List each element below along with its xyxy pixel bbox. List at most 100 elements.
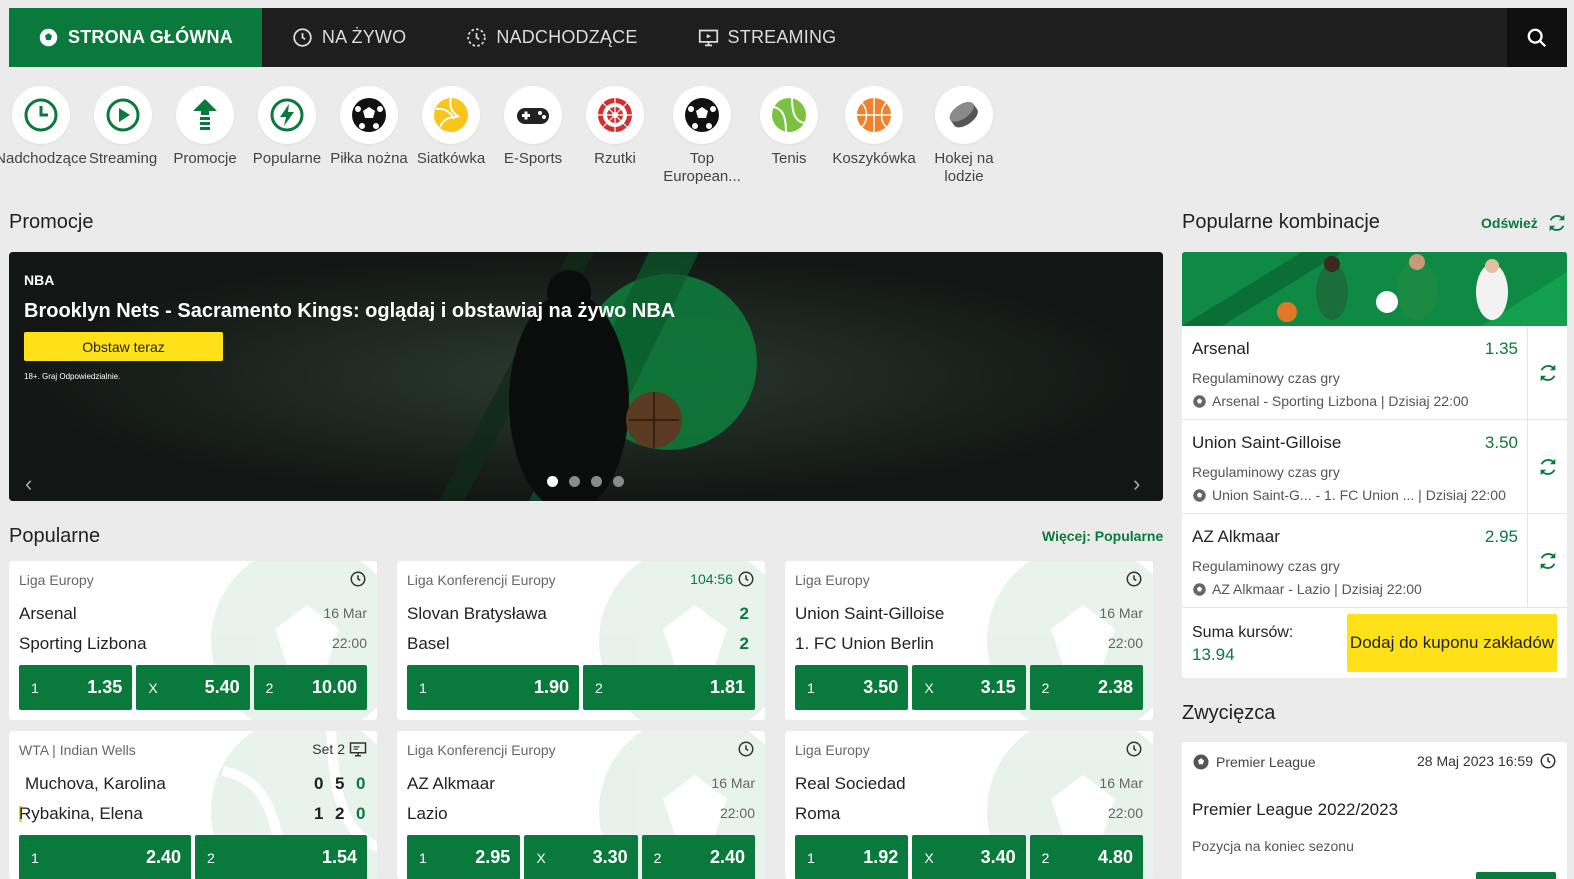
- lightning-icon: [270, 98, 304, 132]
- match-card[interactable]: Liga Europy Union Saint-Gilloise 1. FC U…: [785, 561, 1153, 720]
- nav-streaming[interactable]: STREAMING: [668, 8, 867, 67]
- banner-background: [9, 252, 1163, 501]
- match-date: 16 Mar: [323, 605, 367, 621]
- outright-odd-button[interactable]: [1476, 872, 1556, 879]
- sport-promotions[interactable]: Promocje: [164, 86, 246, 191]
- odd-button[interactable]: 2 10.00: [253, 665, 367, 710]
- match-card[interactable]: Liga Konferencji Europy 104:56 Slovan Br…: [397, 561, 765, 720]
- away-score: 2: [739, 634, 749, 653]
- odd-button[interactable]: 1 1.90: [407, 665, 579, 710]
- combo-item[interactable]: Arsenal 1.35 Regulaminowy czas gry Arsen…: [1182, 326, 1567, 420]
- clock-icon: [738, 571, 754, 587]
- away-team: Sporting Lizbona: [19, 634, 147, 653]
- odd-button[interactable]: 2 1.54: [195, 835, 367, 879]
- sport-volleyball[interactable]: Siatkówka: [410, 86, 492, 191]
- banner-next-arrow[interactable]: ›: [1133, 473, 1140, 495]
- match-league: WTA | Indian Wells: [19, 742, 136, 758]
- sport-top-european[interactable]: Top European...: [656, 86, 748, 191]
- bet-now-button[interactable]: Obstaw teraz: [24, 332, 223, 361]
- sport-label: E-Sports: [503, 150, 563, 167]
- nav-live[interactable]: NA ŻYWO: [262, 8, 436, 67]
- away-team: Lazio: [407, 804, 448, 823]
- banner-headline: Brooklyn Nets - Sacramento Kings: ogląda…: [24, 300, 676, 322]
- swap-selection-button[interactable]: [1527, 326, 1567, 420]
- odd-button[interactable]: 1 1.92: [795, 835, 909, 879]
- combo-odd: 2.95: [1484, 527, 1518, 546]
- combo-item[interactable]: AZ Alkmaar 2.95 Regulaminowy czas gry AZ…: [1182, 514, 1567, 608]
- sport-ice-hockey[interactable]: Hokej na lodzie: [918, 86, 1010, 191]
- odd-button[interactable]: 1 2.95: [407, 835, 521, 879]
- outright-market: Pozycja na koniec sezonu: [1192, 838, 1354, 854]
- banner-dot[interactable]: [547, 476, 558, 487]
- sport-upcoming[interactable]: Nadchodzące: [0, 86, 87, 191]
- top-navigation: STRONA GŁÓWNA NA ŻYWO NADCHODZĄCE STREAM…: [9, 8, 1567, 67]
- banner-dot[interactable]: [591, 476, 602, 487]
- home-score: 2: [739, 604, 749, 623]
- combo-selection: Arsenal: [1192, 339, 1250, 358]
- sport-label: Rzutki: [594, 150, 636, 167]
- outright-datetime: 28 Maj 2023 16:59: [1417, 752, 1557, 770]
- odd-button[interactable]: 2 4.80: [1029, 835, 1143, 879]
- sport-tennis[interactable]: Tenis: [748, 86, 830, 191]
- match-card[interactable]: WTA | Indian Wells Set 2 Muchova, Karoli…: [9, 731, 377, 879]
- outright-event: Premier League 2022/2023: [1192, 800, 1399, 819]
- odd-button[interactable]: X 3.15: [912, 665, 1026, 710]
- banner-prev-arrow[interactable]: ‹: [25, 473, 32, 495]
- odds-row: 1 2.40 2 1.54: [19, 835, 367, 879]
- sport-basketball[interactable]: Koszykówka: [830, 86, 918, 191]
- sport-label: Streaming: [88, 150, 158, 167]
- swap-selection-button[interactable]: [1527, 514, 1567, 608]
- odd-button[interactable]: 1 2.40: [19, 835, 191, 879]
- combo-summary: Suma kursów: 13.94 Dodaj do kuponu zakła…: [1182, 608, 1567, 678]
- soccer-ball-icon: [1193, 488, 1206, 502]
- odd-button[interactable]: 2 2.38: [1029, 665, 1143, 710]
- odds-row: 1 1.90 2 1.81: [407, 665, 755, 710]
- soccer-ball-icon: [1193, 582, 1206, 596]
- sport-popular[interactable]: Popularne: [246, 86, 328, 191]
- odd-button[interactable]: 2 1.81: [583, 665, 755, 710]
- outright-card[interactable]: Premier League 28 Maj 2023 16:59 Premier…: [1182, 742, 1567, 879]
- match-card[interactable]: Liga Europy Arsenal Sporting Lizbona 16 …: [9, 561, 377, 720]
- combos-refresh-label: Odśwież: [1481, 215, 1538, 231]
- odd-button[interactable]: X 5.40: [136, 665, 250, 710]
- nav-home[interactable]: STRONA GŁÓWNA: [9, 8, 262, 67]
- combos-refresh-button[interactable]: Odśwież: [1481, 212, 1568, 234]
- refresh-icon: [1549, 214, 1565, 232]
- responsible-gaming-note: 18+. Graj Odpowiedzialnie.: [24, 372, 121, 381]
- match-live-time: 104:56: [690, 571, 733, 587]
- away-player: Rybakina, Elena: [19, 804, 143, 823]
- sport-label: Promocje: [173, 150, 237, 167]
- banner-dot[interactable]: [613, 476, 624, 487]
- promo-banner[interactable]: NBA Brooklyn Nets - Sacramento Kings: og…: [9, 252, 1163, 501]
- match-meta: [349, 570, 367, 588]
- combo-item[interactable]: Union Saint-Gilloise 3.50 Regulaminowy c…: [1182, 420, 1567, 514]
- match-league: Liga Konferencji Europy: [407, 572, 556, 588]
- odd-button[interactable]: X 3.40: [912, 835, 1026, 879]
- search-icon: [1527, 28, 1547, 47]
- nav-upcoming[interactable]: NADCHODZĄCE: [436, 8, 667, 67]
- odd-button[interactable]: X 3.30: [524, 835, 638, 879]
- sport-label: Siatkówka: [416, 150, 486, 167]
- swap-selection-button[interactable]: [1527, 420, 1567, 514]
- odd-button[interactable]: 2 2.40: [641, 835, 755, 879]
- sport-streaming[interactable]: Streaming: [82, 86, 164, 191]
- more-popular-link[interactable]: Więcej: Popularne: [1042, 528, 1163, 544]
- match-time: 22:00: [1107, 805, 1143, 821]
- odds-row: 1 2.95 X 3.30 2 2.40: [407, 835, 755, 879]
- sport-darts[interactable]: Rzutki: [574, 86, 656, 191]
- match-card[interactable]: Liga Konferencji Europy AZ Alkmaar Lazio…: [397, 731, 765, 879]
- sport-football[interactable]: Piłka nożna: [328, 86, 410, 191]
- odd-button[interactable]: 1 3.50: [795, 665, 909, 710]
- match-card[interactable]: Liga Europy Real Sociedad Roma 16 Mar 22…: [785, 731, 1153, 879]
- combo-market: Regulaminowy czas gry: [1192, 370, 1340, 386]
- home-game-score: 0: [356, 774, 366, 793]
- sport-esports[interactable]: E-Sports: [492, 86, 574, 191]
- home-team: Real Sociedad: [795, 774, 906, 793]
- combo-match: AZ Alkmaar - Lazio | Dzisiaj 22:00: [1192, 581, 1422, 597]
- match-meta: [1125, 570, 1143, 588]
- odd-button[interactable]: 1 1.35: [19, 665, 133, 710]
- nav-streaming-label: STREAMING: [727, 27, 837, 47]
- add-to-betslip-button[interactable]: Dodaj do kuponu zakładów: [1347, 614, 1557, 672]
- search-button[interactable]: [1507, 8, 1567, 67]
- banner-dot[interactable]: [569, 476, 580, 487]
